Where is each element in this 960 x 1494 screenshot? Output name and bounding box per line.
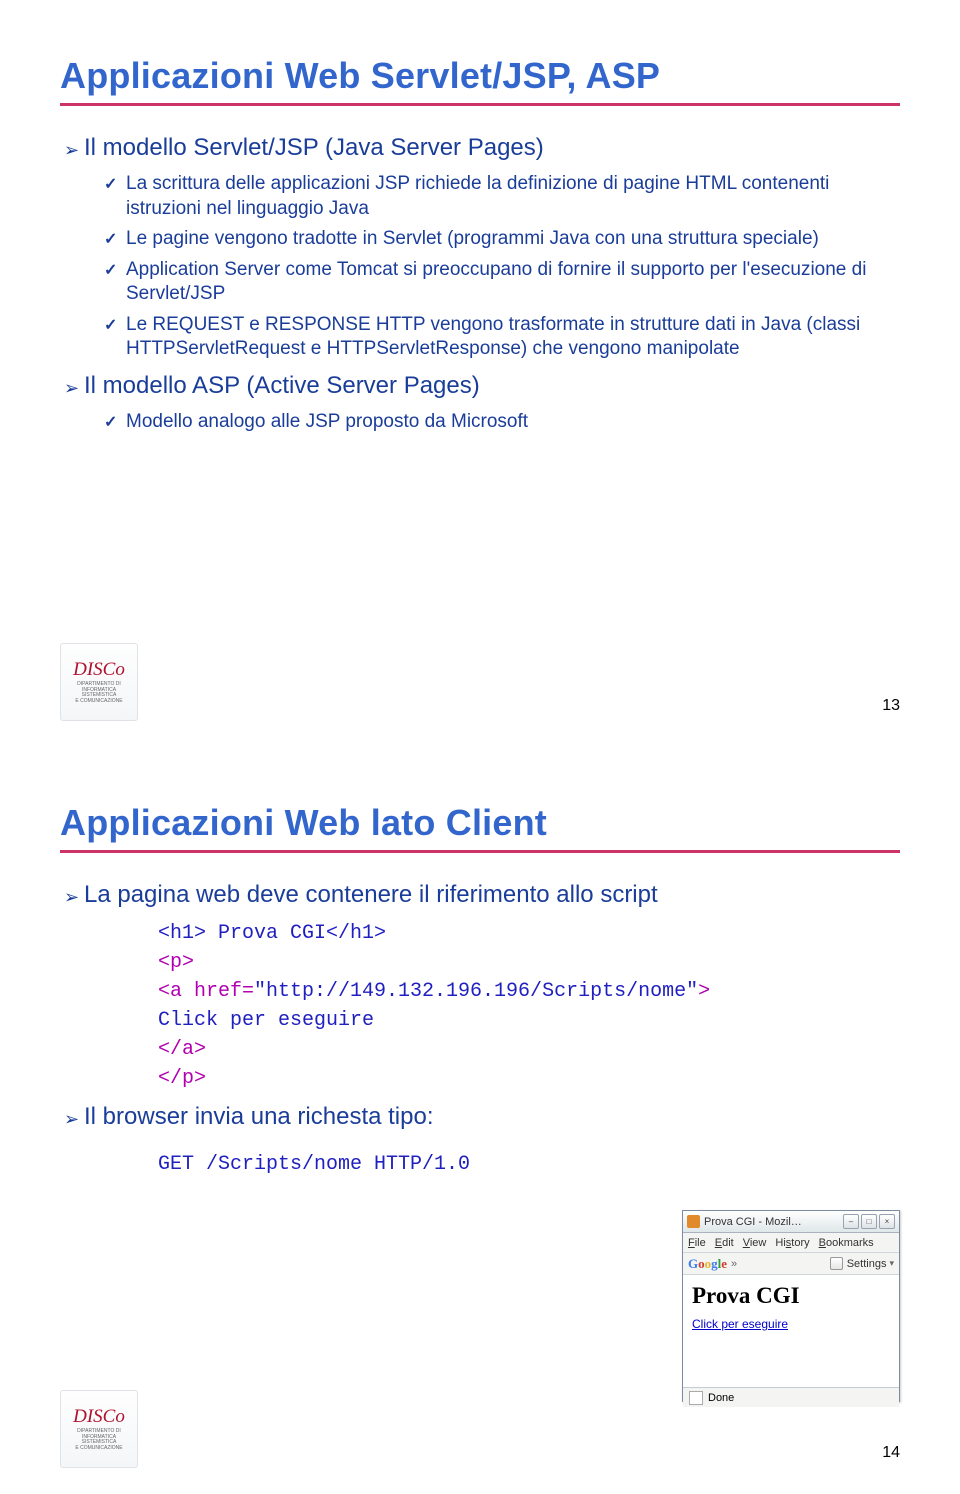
arrow-icon	[64, 881, 84, 911]
code-line: <a href="http://149.132.196.196/Scripts/…	[158, 977, 900, 1006]
title-underline	[60, 850, 900, 853]
bullet-text: La pagina web deve contenere il riferime…	[84, 881, 900, 909]
chevron-down-icon: ▾	[889, 1258, 894, 1269]
code-line: </p>	[158, 1064, 900, 1093]
settings-button[interactable]: Settings▾	[830, 1257, 894, 1270]
bullet-lvl1: Il modello Servlet/JSP (Java Server Page…	[64, 134, 900, 164]
check-icon	[104, 313, 126, 338]
title-underline	[60, 103, 900, 106]
browser-title: Prova CGI - Mozil…	[704, 1216, 841, 1228]
logo-dept: DIPARTIMENTO DIINFORMATICASISTEMISTICAE …	[75, 682, 122, 704]
logo-dept: DIPARTIMENTO DIINFORMATICASISTEMISTICAE …	[75, 1429, 122, 1451]
menu-edit[interactable]: Edit	[715, 1237, 734, 1249]
logo: DISCo DIPARTIMENTO DIINFORMATICASISTEMIS…	[60, 1390, 136, 1466]
bullet-lvl2: Modello analogo alle JSP proposto da Mic…	[104, 410, 900, 435]
code-seg: >	[698, 980, 710, 1003]
arrow-icon	[64, 372, 84, 402]
firefox-icon	[687, 1215, 700, 1228]
minimize-button[interactable]: –	[843, 1214, 859, 1229]
wrench-icon	[830, 1257, 843, 1270]
code-line: <p>	[158, 948, 900, 977]
code-block: GET /Scripts/nome HTTP/1.0	[158, 1150, 900, 1179]
logo-brand: DISCo	[73, 1407, 125, 1426]
status-text: Done	[708, 1392, 734, 1404]
code-line: </a>	[158, 1035, 900, 1064]
code-block: <h1> Prova CGI</h1> <p> <a href="http://…	[158, 919, 900, 1093]
bullet-lvl1: Il modello ASP (Active Server Pages)	[64, 372, 900, 402]
page-link[interactable]: Click per eseguire	[692, 1317, 788, 1331]
arrow-icon	[64, 1103, 84, 1133]
browser-titlebar: Prova CGI - Mozil… – □ ×	[683, 1211, 899, 1233]
menu-view[interactable]: View	[743, 1237, 767, 1249]
browser-toolbar: Google » Settings▾	[683, 1253, 899, 1275]
logo-image: DISCo DIPARTIMENTO DIINFORMATICASISTEMIS…	[60, 1390, 138, 1468]
close-button[interactable]: ×	[879, 1214, 895, 1229]
page-number: 14	[882, 1444, 900, 1462]
bullet-list: Il browser invia una richesta tipo:	[64, 1103, 900, 1133]
logo-brand: DISCo	[73, 660, 125, 679]
bullet-lvl2: Le pagine vengono tradotte in Servlet (p…	[104, 227, 900, 252]
bullet-text: Il modello ASP (Active Server Pages)	[84, 372, 900, 400]
chevron-icon[interactable]: »	[731, 1258, 737, 1270]
google-logo: Google	[688, 1256, 727, 1272]
logo: DISCo DIPARTIMENTO DIINFORMATICASISTEMIS…	[60, 643, 136, 719]
bullet-lvl1: Il browser invia una richesta tipo:	[64, 1103, 900, 1133]
slide-14: Applicazioni Web lato Client La pagina w…	[0, 747, 960, 1494]
bullet-text: Il modello Servlet/JSP (Java Server Page…	[84, 134, 900, 162]
bullet-list: Il modello Servlet/JSP (Java Server Page…	[64, 134, 900, 435]
logo-image: DISCo DIPARTIMENTO DIINFORMATICASISTEMIS…	[60, 643, 138, 721]
browser-statusbar: Done	[683, 1387, 899, 1407]
slide-title: Applicazioni Web Servlet/JSP, ASP	[60, 55, 900, 97]
menu-bookmarks[interactable]: Bookmarks	[819, 1237, 874, 1249]
code-line: <h1> Prova CGI</h1>	[158, 919, 900, 948]
browser-window: Prova CGI - Mozil… – □ × File Edit View …	[682, 1210, 900, 1402]
document-icon	[689, 1391, 703, 1405]
bullet-list: La pagina web deve contenere il riferime…	[64, 881, 900, 911]
slide-13: Applicazioni Web Servlet/JSP, ASP Il mod…	[0, 0, 960, 747]
bullet-text: Le pagine vengono tradotte in Servlet (p…	[126, 227, 900, 252]
bullet-text: La scrittura delle applicazioni JSP rich…	[126, 172, 900, 221]
check-icon	[104, 258, 126, 283]
page-number: 13	[882, 697, 900, 715]
check-icon	[104, 172, 126, 197]
bullet-text: Le REQUEST e RESPONSE HTTP vengono trasf…	[126, 313, 900, 362]
bullet-text: Application Server come Tomcat si preocc…	[126, 258, 900, 307]
arrow-icon	[64, 134, 84, 164]
check-icon	[104, 227, 126, 252]
code-seg: <a href=	[158, 980, 254, 1003]
browser-content: Prova CGI Click per eseguire	[683, 1275, 899, 1387]
check-icon	[104, 410, 126, 435]
menu-history[interactable]: History	[775, 1237, 809, 1249]
bullet-lvl2: La scrittura delle applicazioni JSP rich…	[104, 172, 900, 221]
maximize-button[interactable]: □	[861, 1214, 877, 1229]
settings-label: Settings	[847, 1258, 887, 1270]
page-heading: Prova CGI	[692, 1283, 890, 1309]
bullet-lvl2: Application Server come Tomcat si preocc…	[104, 258, 900, 307]
menu-file[interactable]: File	[688, 1237, 706, 1249]
bullet-lvl2: Le REQUEST e RESPONSE HTTP vengono trasf…	[104, 313, 900, 362]
browser-menubar: File Edit View History Bookmarks	[683, 1233, 899, 1253]
bullet-text: Modello analogo alle JSP proposto da Mic…	[126, 410, 900, 435]
code-line: Click per eseguire	[158, 1006, 900, 1035]
code-line: GET /Scripts/nome HTTP/1.0	[158, 1150, 900, 1179]
bullet-lvl1: La pagina web deve contenere il riferime…	[64, 881, 900, 911]
slide-title: Applicazioni Web lato Client	[60, 802, 900, 844]
bullet-text: Il browser invia una richesta tipo:	[84, 1103, 900, 1131]
code-seg: "http://149.132.196.196/Scripts/nome"	[254, 980, 698, 1003]
